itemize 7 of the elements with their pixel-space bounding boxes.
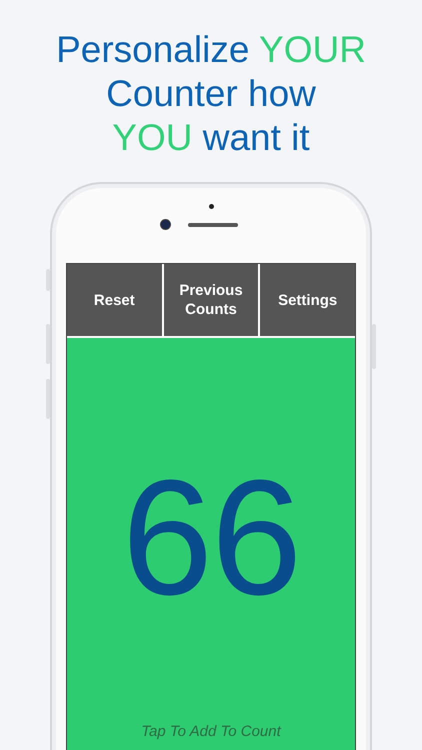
headline: Personalize YOUR Counter how YOU want it xyxy=(56,28,366,160)
speaker-grille xyxy=(188,222,238,226)
counter-area[interactable]: 66 Tap To Add To Count xyxy=(67,338,355,750)
tap-hint: Tap To Add To Count xyxy=(141,723,281,740)
sensor-dot xyxy=(208,204,214,209)
camera-icon xyxy=(160,219,171,230)
count-number: 66 xyxy=(122,453,300,623)
